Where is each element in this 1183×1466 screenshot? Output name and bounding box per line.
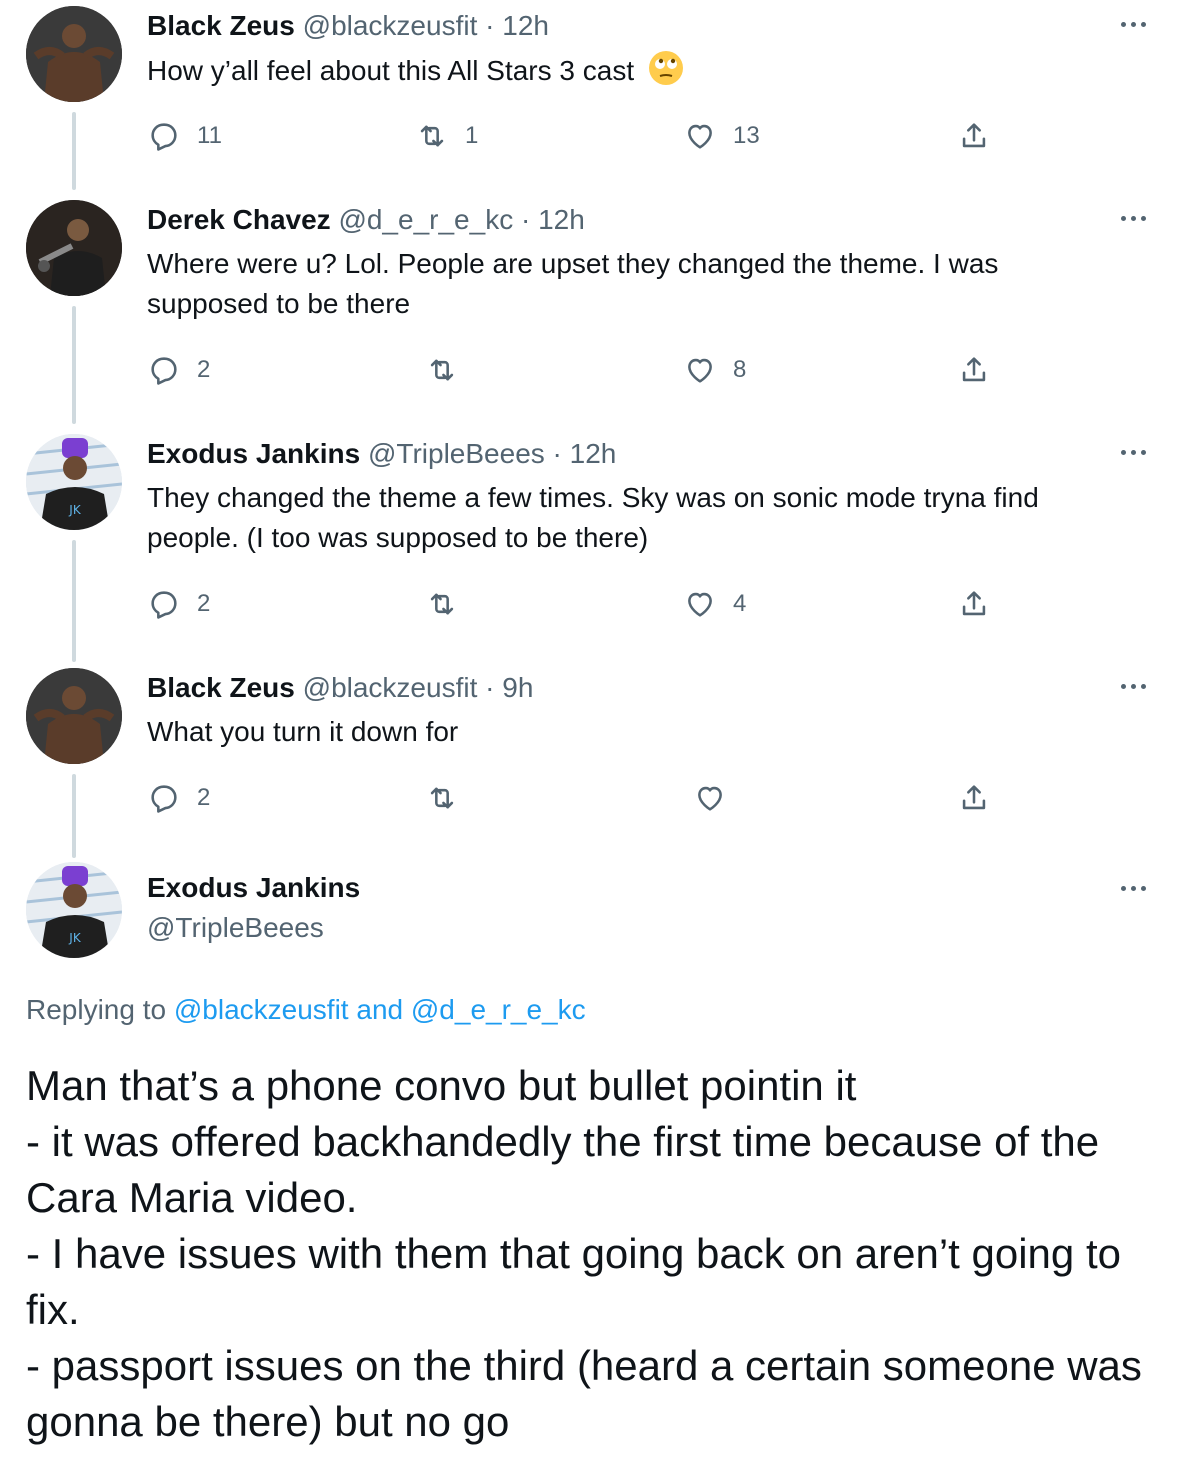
- share-icon: [962, 591, 986, 616]
- retweet-icon: [430, 787, 454, 809]
- retweet-icon: [420, 125, 444, 147]
- thread-line: [72, 774, 76, 858]
- reply-count: 2: [197, 590, 211, 617]
- reply-button[interactable]: 11: [147, 116, 222, 156]
- reply-button[interactable]: 2: [147, 350, 210, 390]
- timestamp[interactable]: 9h: [502, 672, 533, 703]
- author-handle[interactable]: @d_e_r_e_kc: [338, 204, 513, 235]
- face-with-rolling-eyes-icon: [648, 51, 683, 85]
- tweet-header: Black Zeus @blackzeusfit · 9h: [147, 670, 533, 706]
- more-icon[interactable]: [1113, 878, 1153, 898]
- avatar-exodus-jankins[interactable]: JK: [26, 862, 122, 958]
- author-handle[interactable]: @blackzeusfit: [303, 672, 478, 703]
- tweet-actions: 2: [147, 778, 1027, 818]
- share-icon: [962, 357, 986, 382]
- replying-prefix: Replying to: [26, 994, 167, 1025]
- author-name[interactable]: Exodus Jankins: [147, 870, 360, 906]
- separator-dot: ·: [485, 10, 495, 41]
- author-handle[interactable]: @blackzeusfit: [303, 10, 478, 41]
- reply-button[interactable]: 2: [147, 584, 210, 624]
- author-name[interactable]: Black Zeus: [147, 10, 295, 41]
- avatar-exodus-jankins[interactable]: JK: [26, 434, 122, 530]
- tweet-header: Black Zeus @blackzeusfit · 12h: [147, 8, 549, 44]
- tweet-3[interactable]: JK Exodus Jankins @TripleBeees · 12h The…: [0, 428, 1183, 662]
- author-name[interactable]: Exodus Jankins: [147, 438, 360, 469]
- timestamp[interactable]: 12h: [570, 438, 617, 469]
- tweet-text: What you turn it down for: [147, 716, 459, 747]
- more-icon[interactable]: [1113, 442, 1153, 462]
- reply-icon: [151, 357, 177, 385]
- tweet-1[interactable]: Black Zeus @blackzeusfit · 12h How y’all…: [0, 0, 1183, 190]
- more-icon[interactable]: [1113, 14, 1153, 34]
- retweet-button[interactable]: [425, 778, 475, 818]
- replying-and: and: [356, 994, 404, 1025]
- svg-text:JK: JK: [68, 503, 82, 517]
- like-count: 13: [733, 122, 760, 149]
- tweet-actions: 11 1 13: [147, 116, 1027, 156]
- reply-count: 2: [197, 356, 211, 383]
- like-button[interactable]: 4: [683, 584, 746, 624]
- tweet-text: How y’all feel about this All Stars 3 ca…: [147, 50, 1127, 91]
- replying-user-link[interactable]: @d_e_r_e_kc: [411, 994, 586, 1025]
- replying-user-link[interactable]: @blackzeusfit: [174, 994, 349, 1025]
- like-count: 8: [733, 356, 747, 383]
- like-icon: [698, 786, 722, 811]
- like-button[interactable]: [693, 778, 743, 818]
- share-button[interactable]: [957, 584, 991, 624]
- reply-count: 11: [197, 122, 222, 149]
- tweet-text: They changed the theme a few times. Sky …: [147, 482, 1039, 553]
- share-icon: [962, 123, 986, 148]
- share-icon: [962, 785, 986, 810]
- timestamp[interactable]: 12h: [502, 10, 549, 41]
- like-icon: [688, 124, 712, 149]
- tweet-4[interactable]: Black Zeus @blackzeusfit · 9h What you t…: [0, 662, 1183, 858]
- avatar-black-zeus[interactable]: [26, 6, 122, 102]
- tweet-text-content: How y’all feel about this All Stars 3 ca…: [147, 55, 635, 86]
- tweet-header: Exodus Jankins @TripleBeees · 12h: [147, 436, 616, 472]
- share-button[interactable]: [957, 778, 991, 818]
- author-handle[interactable]: @TripleBeees: [147, 910, 324, 946]
- reply-icon: [151, 123, 177, 151]
- like-button[interactable]: 8: [683, 350, 746, 390]
- tweet-text: Where were u? Lol. People are upset they…: [147, 248, 999, 319]
- thread-line: [72, 306, 76, 424]
- separator-dot: ·: [552, 438, 562, 469]
- tweet-header: Derek Chavez @d_e_r_e_kc · 12h: [147, 202, 585, 238]
- retweet-button[interactable]: [425, 584, 475, 624]
- reply-icon: [151, 591, 177, 619]
- timestamp[interactable]: 12h: [538, 204, 585, 235]
- retweet-icon: [430, 593, 454, 615]
- retweet-button[interactable]: [425, 350, 475, 390]
- thread-line: [72, 112, 76, 190]
- author-name[interactable]: Derek Chavez: [147, 204, 331, 235]
- tweet-actions: 2 8: [147, 350, 1027, 390]
- more-icon[interactable]: [1113, 676, 1153, 696]
- reply-icon: [151, 785, 177, 813]
- retweet-button[interactable]: 1: [415, 116, 478, 156]
- avatar-black-zeus[interactable]: [26, 668, 122, 764]
- avatar-derek-chavez[interactable]: [26, 200, 122, 296]
- like-icon: [688, 592, 712, 617]
- separator-dot: ·: [485, 672, 495, 703]
- share-button[interactable]: [957, 116, 991, 156]
- thread-line: [72, 540, 76, 662]
- retweet-count: 1: [465, 122, 479, 149]
- like-button[interactable]: 13: [683, 116, 760, 156]
- share-button[interactable]: [957, 350, 991, 390]
- more-icon[interactable]: [1113, 208, 1153, 228]
- tweet-actions: 2 4: [147, 584, 1027, 624]
- like-icon: [688, 358, 712, 383]
- reply-button[interactable]: 2: [147, 778, 210, 818]
- like-count: 4: [733, 590, 747, 617]
- svg-text:JK: JK: [68, 931, 82, 945]
- main-tweet-text: Man that’s a phone convo but bullet poin…: [26, 1062, 1142, 1445]
- replying-to: Replying to @blackzeusfit and @d_e_r_e_k…: [26, 992, 586, 1028]
- author-handle[interactable]: @TripleBeees: [368, 438, 545, 469]
- tweet-2[interactable]: Derek Chavez @d_e_r_e_kc · 12h Where wer…: [0, 194, 1183, 424]
- retweet-icon: [430, 359, 454, 381]
- author-name[interactable]: Black Zeus: [147, 672, 295, 703]
- reply-count: 2: [197, 784, 211, 811]
- separator-dot: ·: [520, 204, 531, 235]
